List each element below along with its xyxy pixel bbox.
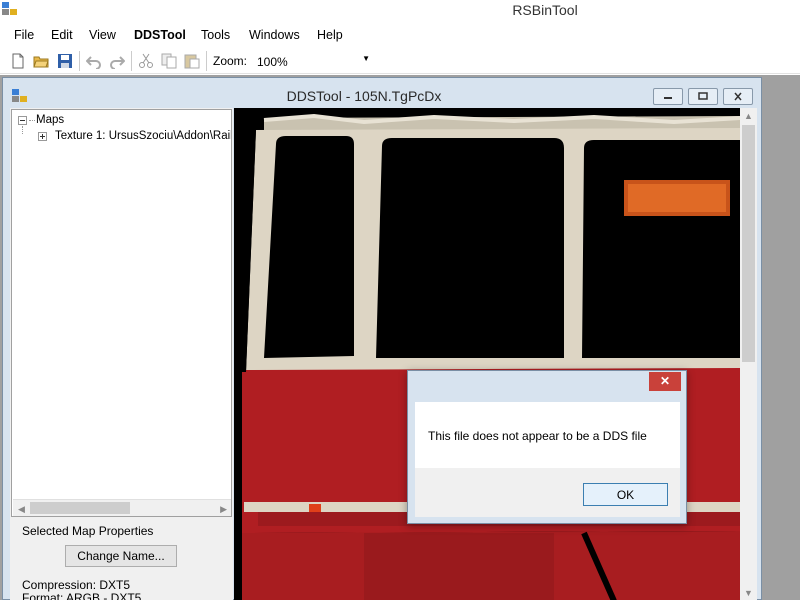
scroll-thumb[interactable] (30, 502, 130, 514)
scroll-thumb[interactable] (742, 125, 755, 362)
toolbar: Zoom: (0, 47, 800, 74)
vertical-scrollbar[interactable]: ▲ ▼ (740, 108, 757, 600)
redo-icon[interactable] (109, 53, 125, 69)
cut-icon[interactable] (138, 53, 154, 69)
menu-edit[interactable]: Edit (51, 28, 73, 42)
change-name-button[interactable]: Change Name... (65, 545, 177, 567)
save-icon[interactable] (57, 53, 73, 69)
compression-text: Compression: DXT5 (22, 578, 131, 592)
dialog-message: This file does not appear to be a DDS fi… (428, 429, 647, 443)
app-title: RSBinTool (512, 2, 578, 18)
menu-file[interactable]: File (14, 28, 34, 42)
toolbar-separator (206, 51, 207, 71)
message-dialog: ✕ This file does not appear to be a DDS … (407, 370, 687, 524)
close-icon: ✕ (659, 374, 671, 388)
toolbar-separator (79, 51, 80, 71)
selected-map-properties-title: Selected Map Properties (22, 524, 154, 538)
zoom-label: Zoom: (213, 54, 248, 68)
minimize-button[interactable] (653, 88, 683, 105)
dialog-body: This file does not appear to be a DDS fi… (415, 402, 680, 468)
horizontal-scrollbar[interactable]: ◀ ▶ (13, 499, 231, 516)
copy-icon[interactable] (161, 53, 177, 69)
expand-icon[interactable] (38, 132, 47, 141)
scroll-left-icon[interactable]: ◀ (18, 504, 25, 515)
dialog-footer: OK (415, 468, 680, 517)
tree-line (22, 126, 23, 134)
menu-ddstool[interactable]: DDSTool (134, 28, 186, 42)
app-title-bar: RSBinTool (0, 0, 800, 24)
chevron-down-icon: ▼ (362, 54, 370, 63)
scroll-down-icon[interactable]: ▼ (744, 588, 753, 598)
menu-help[interactable]: Help (317, 28, 343, 42)
tram-texture-image (234, 108, 740, 600)
restore-icon (698, 92, 708, 100)
zoom-value: 100% (257, 55, 288, 69)
new-file-icon[interactable] (10, 53, 26, 69)
menu-view[interactable]: View (89, 28, 116, 42)
map-tree[interactable]: Maps Texture 1: UrsusSzociu\Addon\RailVe… (11, 109, 232, 517)
close-window-button[interactable] (723, 88, 753, 105)
menu-tools[interactable]: Tools (201, 28, 230, 42)
minimize-icon (664, 97, 672, 99)
paste-icon[interactable] (184, 53, 200, 69)
tree-node-texture[interactable]: Texture 1: UrsusSzociu\Addon\RailVehicle… (55, 130, 231, 142)
child-title-bar[interactable]: DDSTool - 105N.TgPcDx (3, 78, 761, 108)
open-folder-icon[interactable] (33, 53, 49, 69)
zoom-dropdown[interactable]: 100% ▼ (253, 51, 375, 71)
child-window-title: DDSTool - 105N.TgPcDx (286, 88, 442, 104)
dialog-close-button[interactable]: ✕ (649, 372, 681, 391)
restore-button[interactable] (688, 88, 718, 105)
menu-bar: File Edit View DDSTool Tools Windows Hel… (0, 24, 800, 46)
format-text: Format: ARGB - DXT5 (22, 591, 142, 600)
undo-icon[interactable] (86, 53, 102, 69)
tree-node-maps[interactable]: Maps (36, 114, 64, 126)
left-panel: Maps Texture 1: UrsusSzociu\Addon\RailVe… (10, 108, 233, 600)
close-icon (734, 92, 742, 101)
menu-windows[interactable]: Windows (249, 28, 300, 42)
collapse-icon[interactable] (18, 116, 27, 125)
tree-line (29, 120, 35, 121)
scroll-up-icon[interactable]: ▲ (744, 111, 753, 121)
ok-button[interactable]: OK (583, 483, 668, 506)
scroll-right-icon[interactable]: ▶ (220, 504, 227, 515)
texture-preview (234, 108, 740, 600)
toolbar-separator (131, 51, 132, 71)
